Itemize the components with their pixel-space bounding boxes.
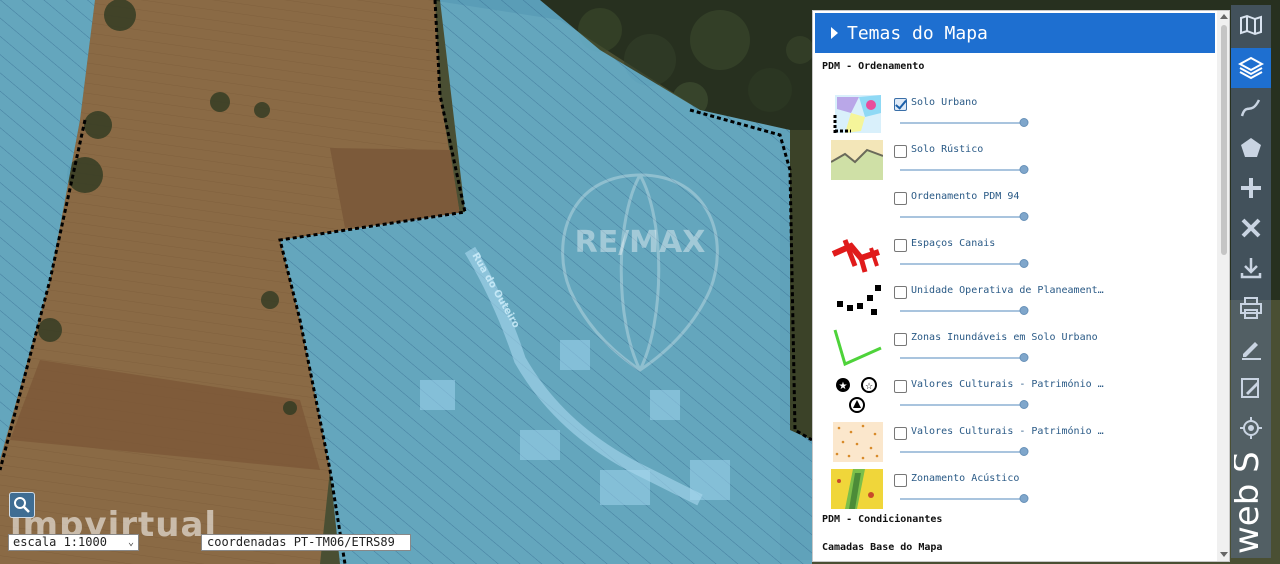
slider-knob[interactable]: [1019, 353, 1029, 362]
layer-row: Espaços Canais: [813, 232, 1213, 279]
urban-soil-legend-icon: [833, 95, 881, 133]
chevron-down-icon: ⌄: [127, 537, 134, 548]
layer-row: Zonamento Acústico: [813, 467, 1213, 514]
layer-row: Solo Urbano: [813, 91, 1213, 138]
layer-checkbox-solo-rustico[interactable]: [894, 145, 907, 158]
layer-label: Zonamento Acústico: [911, 473, 1020, 484]
heritage-points-legend-icon: ★ ☆: [836, 377, 877, 413]
operative-unit-legend-icon: [837, 285, 881, 315]
layer-checkbox-solo-urbano[interactable]: [894, 98, 907, 111]
layer-label: Solo Rústico: [911, 144, 984, 155]
locate-icon: [1240, 417, 1262, 439]
layer-row: Ordenamento PDM 94: [813, 185, 1213, 232]
polygon-tool-button[interactable]: [1231, 128, 1271, 168]
opacity-slider[interactable]: [900, 447, 1029, 456]
edit-list-icon: [1241, 378, 1259, 398]
zoom-in-tool-button[interactable]: [1231, 168, 1271, 208]
slider-knob[interactable]: [1019, 259, 1029, 268]
opacity-slider[interactable]: [900, 212, 1029, 221]
layer-row: Unidade Operativa de Planeament…: [813, 279, 1213, 326]
slider-knob[interactable]: [1019, 306, 1029, 315]
layer-row: Zonas Inundáveis em Solo Urbano: [813, 326, 1213, 373]
slider-knob[interactable]: [1019, 494, 1029, 503]
download-tool-button[interactable]: [1231, 248, 1271, 288]
section-title-ordenamento[interactable]: PDM - Ordenamento: [822, 61, 924, 72]
section-title-camadas-base[interactable]: Camadas Base do Mapa: [822, 542, 942, 553]
slider-knob[interactable]: [1019, 447, 1029, 456]
layer-checkbox-espacos-canais[interactable]: [894, 239, 907, 252]
edit-list-tool-button[interactable]: [1231, 368, 1271, 408]
opacity-slider[interactable]: [900, 306, 1029, 315]
magnifier-icon: [14, 497, 30, 513]
layer-checkbox-zonas-inundaveis[interactable]: [894, 333, 907, 346]
layer-checkbox-valores-culturais-1[interactable]: [894, 380, 907, 393]
slider-knob[interactable]: [1019, 118, 1029, 127]
download-icon: [1240, 258, 1262, 279]
scale-value: escala 1:1000: [13, 535, 107, 549]
layer-label: Valores Culturais - Património …: [911, 426, 1104, 437]
coordinates-display: coordenadas PT-TM06/ETRS89: [201, 534, 411, 551]
map-icon: [1240, 14, 1262, 36]
line-measure-icon: [1240, 99, 1261, 117]
heritage-areas-legend-icon: [833, 422, 883, 462]
caret-right-icon: [831, 27, 838, 39]
opacity-slider[interactable]: [900, 165, 1029, 174]
clear-tool-button[interactable]: [1231, 208, 1271, 248]
layer-checkbox-zonamento-acustico[interactable]: [894, 474, 907, 487]
opacity-slider[interactable]: [900, 400, 1029, 409]
svg-text:☆: ☆: [865, 382, 873, 392]
locate-tool-button[interactable]: [1231, 408, 1271, 448]
close-icon: [1241, 218, 1261, 238]
scroll-thumb[interactable]: [1221, 25, 1227, 255]
section-title-condicionantes[interactable]: PDM - Condicionantes: [822, 514, 942, 525]
print-tool-button[interactable]: [1231, 288, 1271, 328]
measure-line-tool-button[interactable]: [1231, 88, 1271, 128]
map-themes-panel: Temas do Mapa PDM - Ordenamento Solo Urb…: [812, 10, 1230, 562]
layer-row: ★ ☆ Valores Culturais - Património …: [813, 373, 1213, 420]
opacity-slider[interactable]: [900, 259, 1029, 268]
layer-label: Ordenamento PDM 94: [911, 191, 1020, 202]
scale-select[interactable]: escala 1:1000 ⌄: [8, 534, 139, 551]
opacity-slider[interactable]: [900, 353, 1029, 362]
zoom-search-button[interactable]: [9, 492, 35, 518]
layer-label: Zonas Inundáveis em Solo Urbano: [911, 332, 1098, 343]
panel-header[interactable]: Temas do Mapa: [815, 13, 1215, 53]
websig-logo: web SIG: [1234, 452, 1267, 554]
plus-icon: [1241, 178, 1261, 198]
polygon-icon: [1241, 138, 1261, 157]
layer-checkbox-unidade-operativa[interactable]: [894, 286, 907, 299]
panel-title: Temas do Mapa: [847, 22, 988, 44]
layers-icon: [1238, 56, 1264, 80]
panel-scrollbar[interactable]: [1217, 11, 1229, 561]
opacity-slider[interactable]: [900, 118, 1029, 127]
layer-label: Valores Culturais - Património …: [911, 379, 1104, 390]
slider-knob[interactable]: [1019, 400, 1029, 409]
layer-label: Espaços Canais: [911, 238, 996, 249]
acoustic-zoning-legend-icon: [831, 469, 883, 509]
layer-label: Unidade Operativa de Planeament…: [911, 285, 1104, 296]
print-icon: [1240, 297, 1262, 319]
svg-text:★: ★: [839, 381, 848, 392]
channel-spaces-legend-icon: [831, 239, 880, 273]
opacity-slider[interactable]: [900, 494, 1029, 503]
layers-tool-button[interactable]: [1231, 48, 1271, 88]
map-tool-button[interactable]: [1231, 5, 1271, 45]
rustic-soil-legend-icon: [831, 140, 883, 180]
edit-tool-button[interactable]: [1231, 328, 1271, 368]
layer-checkbox-valores-culturais-2[interactable]: [894, 427, 907, 440]
remax-watermark-text: RE/MAX: [575, 225, 706, 260]
slider-knob[interactable]: [1019, 165, 1029, 174]
layer-row: Solo Rústico: [813, 138, 1213, 185]
scroll-down-icon[interactable]: [1220, 552, 1228, 557]
layer-checkbox-ordenamento-pdm94[interactable]: [894, 192, 907, 205]
layer-label: Solo Urbano: [911, 97, 978, 108]
scroll-up-icon[interactable]: [1220, 14, 1228, 19]
flood-zones-legend-icon: [833, 329, 882, 367]
slider-knob[interactable]: [1019, 212, 1029, 221]
svg-text:web SIG: web SIG: [1234, 452, 1267, 554]
layer-row: Valores Culturais - Património …: [813, 420, 1213, 467]
edit-icon: [1242, 342, 1261, 360]
